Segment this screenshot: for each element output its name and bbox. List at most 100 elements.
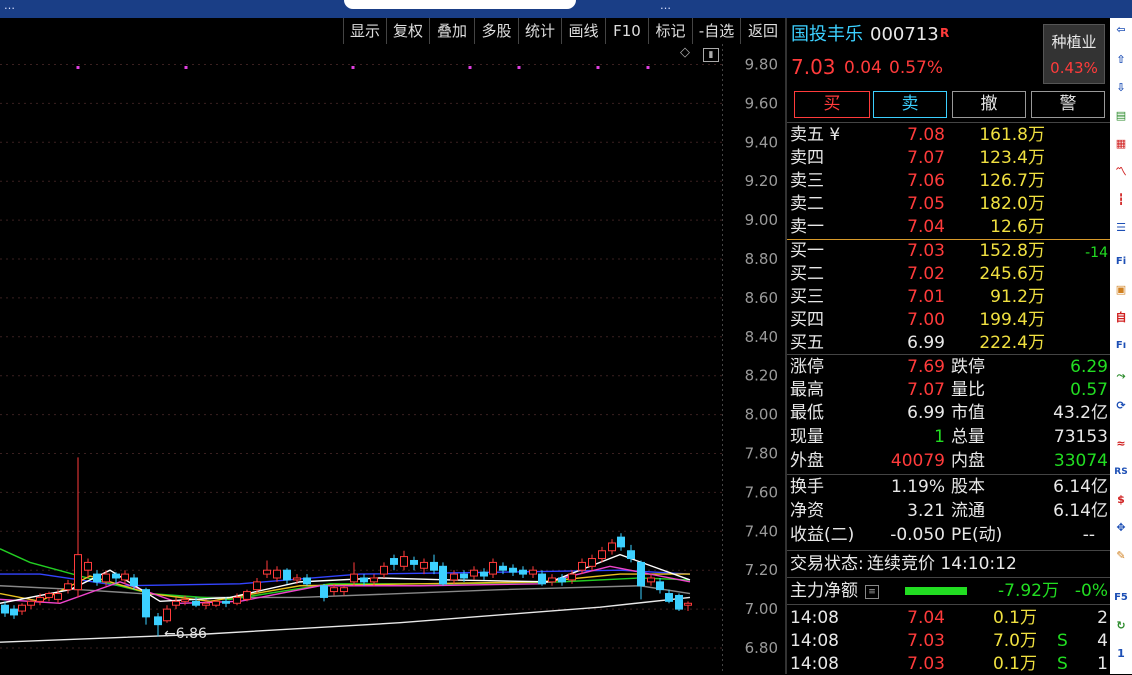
ask-volume: 126.7万 xyxy=(979,171,1045,191)
candle-body xyxy=(1,604,9,614)
function-icon-bar: ⇦ ⇧ ⇩ ▤ ▦ 〽 ┇ ☰ Fi ▣ 自 Fı ⤳ ⟳ ≈ RS $ ✥ ✎… xyxy=(1110,18,1132,674)
layout-toggle-icon[interactable]: ▮ xyxy=(703,48,719,62)
divider xyxy=(787,550,1110,551)
candle-body xyxy=(380,565,388,575)
chart-toolbar: 显示 复权 叠加 多股 统计 画线 F10 标记 -自选 返回 xyxy=(0,18,787,45)
move-icon[interactable]: ✥ xyxy=(1113,520,1129,536)
candle-body xyxy=(400,556,408,567)
price-axis-label: 7.20 xyxy=(745,561,778,579)
bid-label: 买三 xyxy=(790,287,824,307)
refresh-icon[interactable]: ⟳ xyxy=(1113,398,1129,414)
one-icon[interactable]: 1 xyxy=(1113,646,1129,662)
diamond-icon[interactable]: ◇ xyxy=(680,45,690,60)
cancel-order-button[interactable]: 撤 xyxy=(952,91,1026,118)
sell-button[interactable]: 卖 xyxy=(873,91,947,118)
line-chart-icon[interactable]: 〽 xyxy=(1113,164,1129,180)
trade-time: 14:08 xyxy=(790,608,839,628)
candle-icon[interactable]: ┇ xyxy=(1113,192,1129,208)
float-shares-value: 6.14亿 xyxy=(1053,501,1108,521)
toolbar-adjust-button[interactable]: 复权 xyxy=(386,18,429,44)
divider xyxy=(787,354,1110,355)
share-capital-value: 6.14亿 xyxy=(1053,477,1108,497)
trade-price: 7.03 xyxy=(907,654,945,674)
kline-chart[interactable]: 9.80 9.60 9.40 9.20 9.00 8.80 8.60 8.40 8.20 8.00… xyxy=(0,44,785,674)
low-price-marker: ←6.86 xyxy=(164,626,207,642)
self-select-icon[interactable]: 自 xyxy=(1113,310,1129,326)
bid-label: 买二 xyxy=(790,264,824,284)
candle-body xyxy=(74,554,82,591)
arrow-left-icon[interactable]: ⇦ xyxy=(1113,22,1129,38)
bid-price: 6.99 xyxy=(907,333,945,353)
toolbar-back-button[interactable]: 返回 xyxy=(740,18,785,44)
trade-status-value: 连续竞价 14:10:12 xyxy=(867,554,1017,574)
document-icon[interactable]: ▣ xyxy=(1113,282,1129,298)
table-icon[interactable]: ▦ xyxy=(1113,136,1129,152)
price-axis-label: 7.80 xyxy=(745,445,778,463)
sector-box[interactable]: 种植业 0.43% xyxy=(1043,24,1105,84)
ask-price: 7.06 xyxy=(907,171,945,191)
divider xyxy=(787,577,1110,578)
bid-price: 7.00 xyxy=(907,310,945,330)
toolbar-multi-button[interactable]: 多股 xyxy=(474,18,518,44)
candle-body xyxy=(10,608,18,616)
price-axis-label: 8.60 xyxy=(745,289,778,307)
inner-volume-label: 内盘 xyxy=(951,451,985,471)
list-icon[interactable]: ≡ xyxy=(865,585,879,599)
market-cap-label: 市值 xyxy=(951,403,985,423)
candle-body xyxy=(548,577,556,583)
high-value: 7.07 xyxy=(907,380,945,400)
limit-down-label: 跌停 xyxy=(951,357,985,377)
toolbar-display-button[interactable]: 显示 xyxy=(343,18,386,44)
toolbar-draw-button[interactable]: 画线 xyxy=(561,18,605,44)
toolbar-f10-button[interactable]: F10 xyxy=(605,18,648,44)
toolbar-stats-button[interactable]: 统计 xyxy=(518,18,561,44)
toolbar-watchlist-button[interactable]: -自选 xyxy=(692,18,740,44)
price-axis-label: 8.40 xyxy=(745,328,778,346)
trend-icon[interactable]: ⤳ xyxy=(1113,368,1129,384)
arrow-down-icon[interactable]: ⇩ xyxy=(1113,80,1129,96)
ask-label: 卖一 xyxy=(790,217,824,237)
trade-volume: 7.0万 xyxy=(992,631,1037,651)
arrow-up-icon[interactable]: ⇧ xyxy=(1113,52,1129,68)
f2-icon[interactable]: Fı xyxy=(1113,338,1129,354)
toolbar-overlay-button[interactable]: 叠加 xyxy=(429,18,474,44)
buy-button[interactable]: 买 xyxy=(794,91,870,118)
bid-volume: 222.4万 xyxy=(979,333,1045,353)
wave-icon[interactable]: ≈ xyxy=(1113,436,1129,452)
alert-button[interactable]: 警 xyxy=(1031,91,1105,118)
trade-time: 14:08 xyxy=(790,654,839,674)
list-view-icon[interactable]: ☰ xyxy=(1113,220,1129,236)
f10-icon[interactable]: Fi xyxy=(1113,254,1129,270)
inner-volume-value: 33074 xyxy=(1053,451,1108,471)
limit-down-value: 6.29 xyxy=(1070,357,1108,377)
f5-icon[interactable]: F5 xyxy=(1113,590,1129,606)
cycle-icon[interactable]: ↻ xyxy=(1113,618,1129,634)
rs-icon[interactable]: RS xyxy=(1113,464,1129,480)
stock-name[interactable]: 国投丰乐 xyxy=(791,24,863,46)
current-volume-label: 现量 xyxy=(790,427,824,447)
event-marker xyxy=(184,66,188,69)
search-box[interactable] xyxy=(344,0,576,9)
candle-body xyxy=(509,567,517,573)
bid-price: 7.01 xyxy=(907,287,945,307)
pencil-icon[interactable]: ✎ xyxy=(1113,548,1129,564)
kline-chart-svg[interactable]: 9.80 9.60 9.40 9.20 9.00 8.80 8.60 8.40 8.20 8.00… xyxy=(0,44,785,674)
dollar-icon[interactable]: $ xyxy=(1113,492,1129,508)
pe-label: PE(动) xyxy=(951,525,1003,545)
candle-body xyxy=(202,602,210,606)
candle-body xyxy=(410,559,418,565)
candle-body xyxy=(608,542,616,552)
trade-volume: 0.1万 xyxy=(992,608,1037,628)
price-axis-label: 7.60 xyxy=(745,483,778,501)
sector-name: 种植业 xyxy=(1051,33,1097,51)
candle-body xyxy=(588,558,596,567)
bid-delta: -14 xyxy=(1085,245,1108,261)
candle-body xyxy=(172,600,180,606)
candle-body xyxy=(684,602,692,606)
toolbar-mark-button[interactable]: 标记 xyxy=(648,18,692,44)
price-axis-label: 8.80 xyxy=(745,250,778,268)
report-icon[interactable]: ▤ xyxy=(1113,108,1129,124)
volume-ratio-value: 0.57 xyxy=(1070,380,1108,400)
price-change: 0.04 xyxy=(844,58,882,78)
event-marker xyxy=(517,66,521,69)
